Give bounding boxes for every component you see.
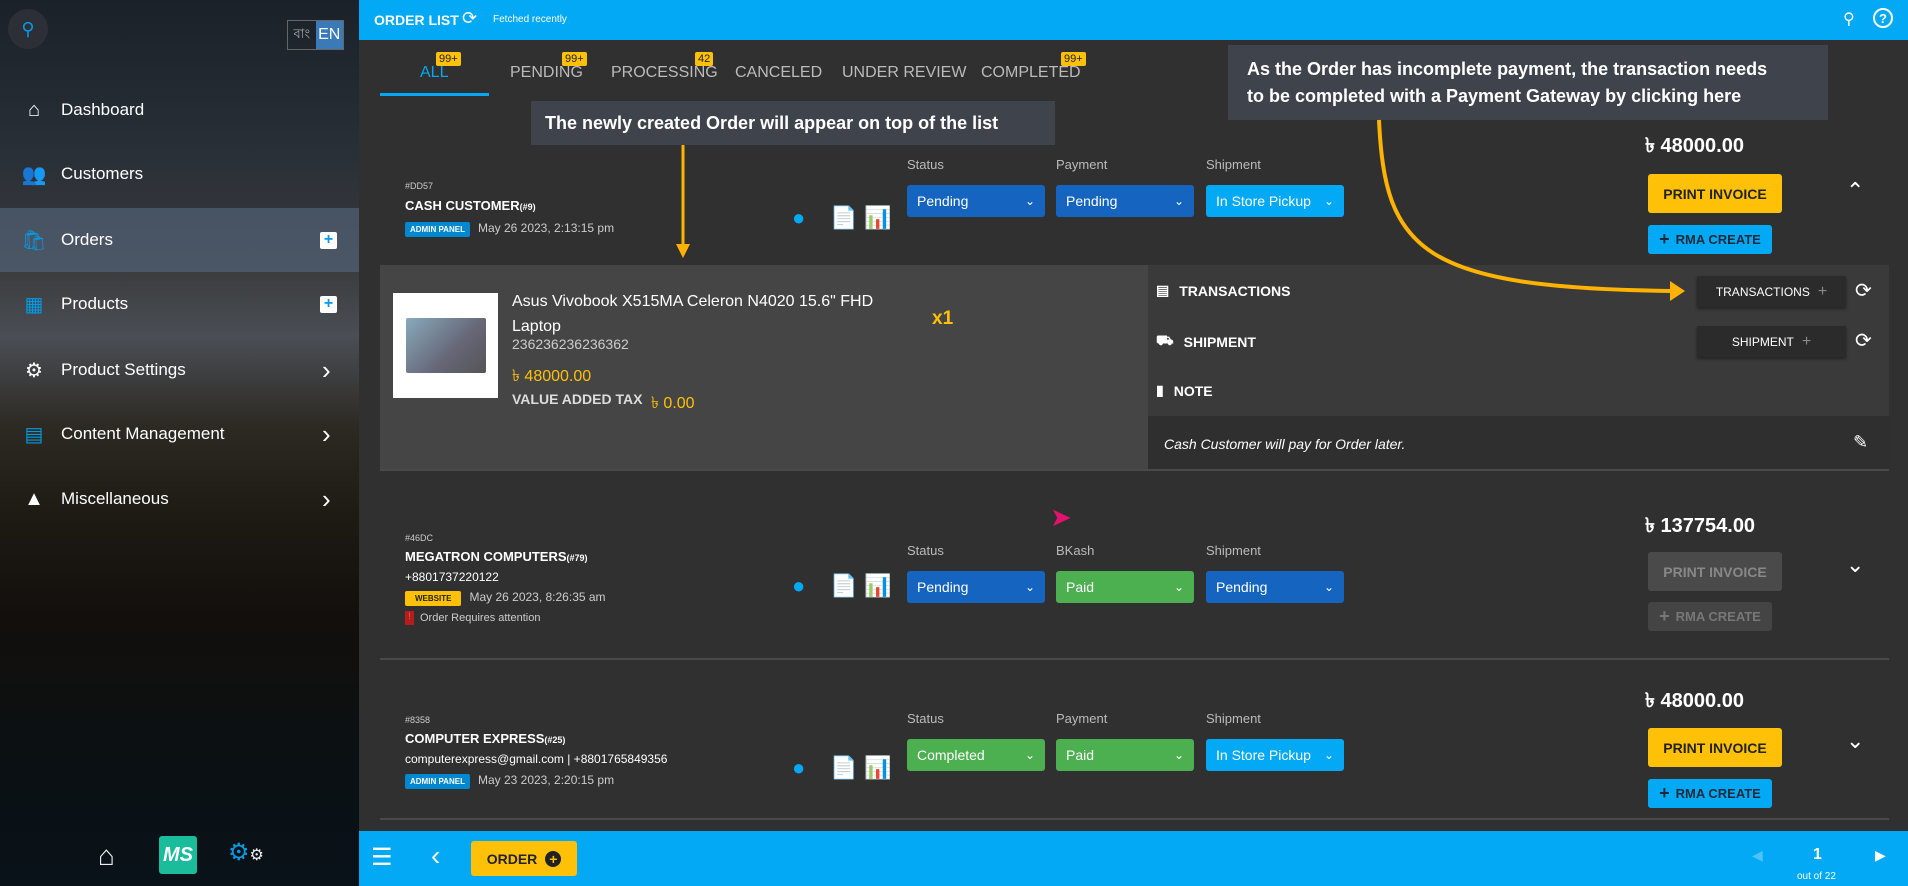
- arrow-curve: [1377, 119, 1673, 293]
- arrow-head: [676, 244, 690, 258]
- arrow-head: [1670, 281, 1685, 301]
- annotation-arrows: [676, 119, 1685, 301]
